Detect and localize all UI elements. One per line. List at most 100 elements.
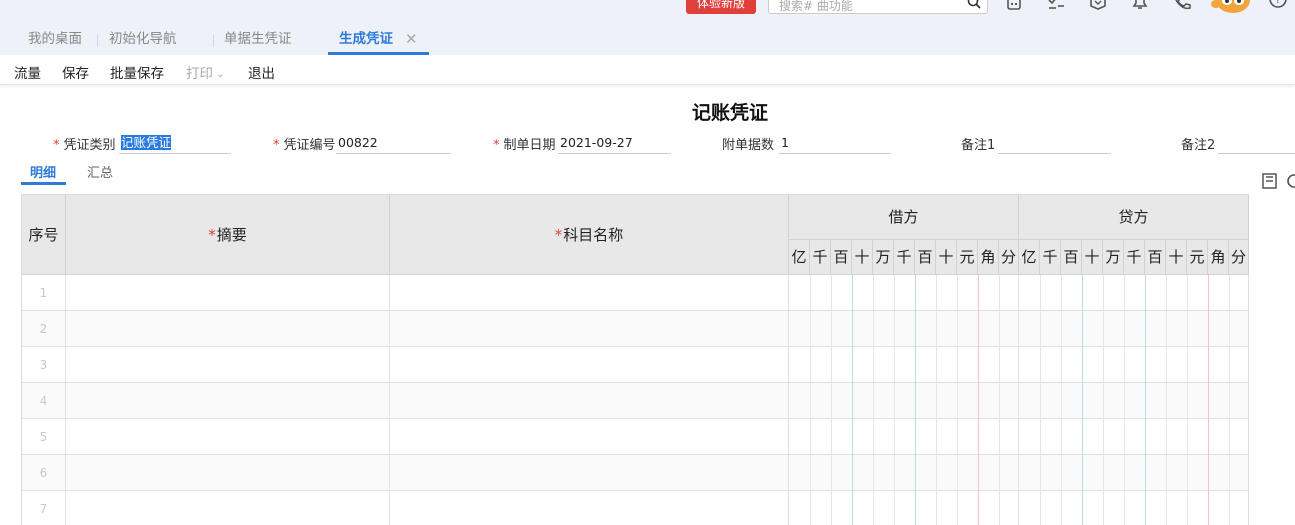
tab-my-desktop[interactable]: 我的桌面 bbox=[28, 28, 82, 55]
account-cell[interactable] bbox=[390, 455, 789, 491]
credit-digit-header: 百 bbox=[1145, 240, 1166, 275]
mascot-avatar[interactable] bbox=[1208, 0, 1258, 16]
debit-cell[interactable] bbox=[789, 455, 1019, 491]
batch-save-button[interactable]: 批量保存 bbox=[110, 62, 164, 82]
digit-gridline bbox=[852, 275, 853, 525]
digit-gridline bbox=[936, 275, 937, 525]
digit-gridline bbox=[831, 275, 832, 525]
print-button[interactable]: 打印 ⌄ bbox=[186, 62, 224, 82]
tab-detail[interactable]: 明细 bbox=[30, 162, 56, 181]
column-header-credit: 贷方 bbox=[1019, 195, 1249, 240]
debit-cell[interactable] bbox=[789, 383, 1019, 419]
digit-gridline bbox=[999, 275, 1000, 525]
settings-icon[interactable] bbox=[1285, 172, 1295, 190]
table-row[interactable]: 2 bbox=[22, 311, 1249, 347]
note2-field[interactable] bbox=[1218, 133, 1295, 154]
credit-cell[interactable] bbox=[1019, 491, 1249, 525]
row-number: 3 bbox=[22, 347, 66, 383]
debit-cell[interactable] bbox=[789, 419, 1019, 455]
table-row[interactable]: 4 bbox=[22, 383, 1249, 419]
account-cell[interactable] bbox=[390, 419, 789, 455]
tab-separator bbox=[97, 34, 98, 47]
try-new-version-button[interactable]: 体验新版 bbox=[686, 0, 756, 14]
tab-summary[interactable]: 汇总 bbox=[87, 162, 113, 181]
account-cell[interactable] bbox=[390, 311, 789, 347]
debit-digit-header: 角 bbox=[978, 240, 999, 275]
summary-cell[interactable] bbox=[66, 455, 390, 491]
row-number: 6 bbox=[22, 455, 66, 491]
chevron-down-icon: ⌄ bbox=[216, 69, 225, 80]
toolbar: 流量 保存 批量保存 打印 ⌄ 退出 bbox=[0, 55, 1295, 85]
summary-cell[interactable] bbox=[66, 491, 390, 525]
voucher-title: 记账凭证 bbox=[691, 102, 768, 124]
column-header-seq: 序号 bbox=[22, 195, 66, 275]
account-cell[interactable] bbox=[390, 491, 789, 525]
note1-field[interactable] bbox=[998, 133, 1111, 154]
summary-cell[interactable] bbox=[66, 419, 390, 455]
debit-cell[interactable] bbox=[789, 491, 1019, 525]
credit-digit-header: 分 bbox=[1229, 240, 1249, 275]
digit-gridline bbox=[1145, 275, 1146, 525]
account-cell[interactable] bbox=[390, 383, 789, 419]
box-icon[interactable] bbox=[1088, 0, 1108, 12]
voucher-type-field[interactable]: 记账凭证 bbox=[119, 133, 231, 154]
exit-button[interactable]: 退出 bbox=[248, 62, 275, 82]
credit-cell[interactable] bbox=[1019, 383, 1249, 419]
debit-cell[interactable] bbox=[789, 311, 1019, 347]
calculator-icon[interactable] bbox=[1004, 0, 1024, 12]
account-cell[interactable] bbox=[390, 347, 789, 383]
row-number: 5 bbox=[22, 419, 66, 455]
summary-cell[interactable] bbox=[66, 347, 390, 383]
checklist-icon[interactable] bbox=[1046, 0, 1066, 12]
debit-digit-header: 万 bbox=[873, 240, 894, 275]
table-row[interactable]: 6 bbox=[22, 455, 1249, 491]
search-placeholder: 搜索# 曲功能 bbox=[779, 0, 853, 13]
credit-digit-header: 万 bbox=[1103, 240, 1124, 275]
debit-cell[interactable] bbox=[789, 347, 1019, 383]
search-input[interactable]: 搜索# 曲功能 bbox=[768, 0, 988, 14]
table-row[interactable]: 7 bbox=[22, 491, 1249, 525]
credit-cell[interactable] bbox=[1019, 419, 1249, 455]
tab-document-to-voucher[interactable]: 单据生凭证 bbox=[224, 28, 292, 55]
voucher-number-field[interactable]: 00822 bbox=[336, 133, 451, 154]
search-icon[interactable] bbox=[967, 0, 981, 9]
close-tab-icon[interactable]: ✕ bbox=[405, 28, 418, 51]
table-row[interactable]: 5 bbox=[22, 419, 1249, 455]
row-number: 7 bbox=[22, 491, 66, 525]
credit-digit-header: 千 bbox=[1040, 240, 1061, 275]
row-number: 2 bbox=[22, 311, 66, 347]
tab-init-navigation[interactable]: 初始化导航 bbox=[109, 28, 177, 55]
flow-button[interactable]: 流量 bbox=[14, 62, 41, 82]
table-row[interactable]: 3 bbox=[22, 347, 1249, 383]
credit-cell[interactable] bbox=[1019, 347, 1249, 383]
insert-row-icon[interactable] bbox=[1261, 172, 1279, 190]
credit-digit-header: 角 bbox=[1208, 240, 1229, 275]
summary-cell[interactable] bbox=[66, 383, 390, 419]
digit-gridline bbox=[1061, 275, 1062, 525]
voucher-date-field[interactable]: 2021-09-27 bbox=[558, 133, 671, 154]
voucher-type-label: * 凭证类别 bbox=[53, 138, 116, 153]
table-row[interactable]: 1 bbox=[22, 275, 1249, 311]
save-button[interactable]: 保存 bbox=[62, 62, 89, 82]
debit-cell[interactable] bbox=[789, 275, 1019, 311]
help-icon[interactable]: ? bbox=[1268, 0, 1288, 12]
account-cell[interactable] bbox=[390, 275, 789, 311]
active-subtab-indicator bbox=[21, 182, 66, 185]
credit-digit-header: 十 bbox=[1166, 240, 1187, 275]
column-header-summary: *摘要 bbox=[66, 195, 390, 275]
attachments-label: 附单据数 bbox=[722, 138, 775, 153]
phone-icon[interactable] bbox=[1172, 0, 1192, 12]
credit-cell[interactable] bbox=[1019, 275, 1249, 311]
digit-gridline bbox=[1187, 275, 1188, 525]
attachments-field[interactable]: 1 bbox=[779, 133, 891, 154]
column-header-account: *科目名称 bbox=[390, 195, 789, 275]
summary-cell[interactable] bbox=[66, 311, 390, 347]
digit-gridline bbox=[1082, 275, 1083, 525]
bell-icon[interactable] bbox=[1130, 0, 1150, 12]
page-tabs: 我的桌面 初始化导航 单据生凭证 生成凭证 ✕ bbox=[0, 28, 1295, 55]
credit-cell[interactable] bbox=[1019, 455, 1249, 491]
summary-cell[interactable] bbox=[66, 275, 390, 311]
voucher-type-value: 记账凭证 bbox=[121, 135, 172, 150]
credit-cell[interactable] bbox=[1019, 311, 1249, 347]
credit-digit-header: 十 bbox=[1082, 240, 1103, 275]
